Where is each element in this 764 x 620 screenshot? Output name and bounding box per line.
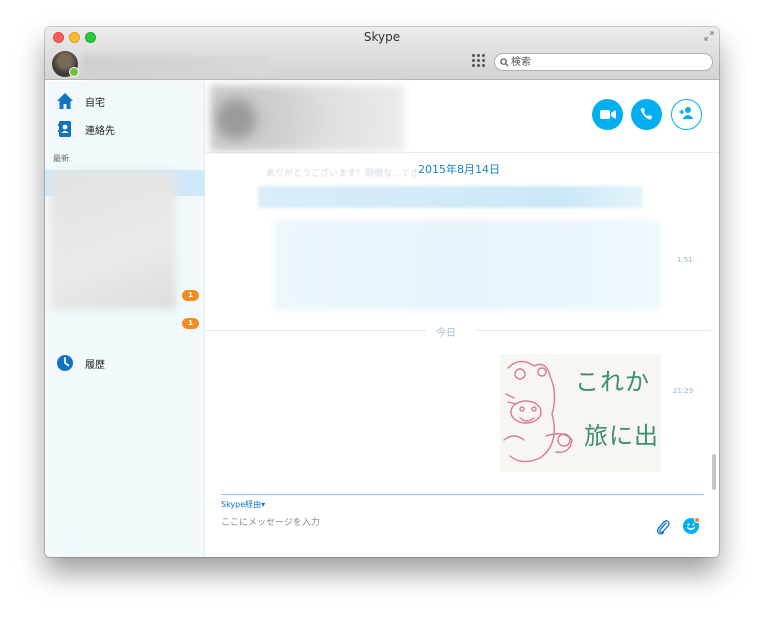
video-call-icon (599, 105, 616, 124)
call-icon (640, 105, 653, 124)
search-box[interactable] (494, 53, 713, 71)
contacts-icon (55, 119, 75, 139)
blurred-contact-header (210, 85, 404, 151)
message-composer: Skype経由▾ (206, 491, 719, 557)
presence-status-icon (69, 67, 79, 77)
search-input[interactable] (511, 55, 706, 69)
sidebar-item-contacts[interactable]: 連絡先 (55, 119, 115, 139)
unread-badge: 1 (182, 290, 199, 301)
audio-call-button[interactable] (631, 99, 662, 130)
attach-icon[interactable] (656, 519, 670, 535)
blurred-recent-conversations[interactable] (51, 171, 176, 309)
recent-section-label: 最新 (53, 154, 69, 163)
scrollbar-thumb[interactable] (712, 454, 716, 490)
divider-line (206, 330, 426, 331)
sidebar: 自宅 連絡先 最新 1 1 履歴 (45, 81, 205, 557)
sidebar-item-label: 連絡先 (85, 125, 115, 137)
message-input[interactable] (221, 516, 641, 530)
sidebar-item-label: 履歴 (85, 359, 105, 371)
fullscreen-icon[interactable] (704, 31, 714, 44)
today-separator: 今日 (436, 328, 456, 339)
divider-line (476, 330, 711, 331)
sidebar-item-home[interactable]: 自宅 (55, 91, 105, 111)
message-scrollbar[interactable] (710, 154, 717, 491)
unread-badge: 1 (182, 318, 199, 329)
sidebar-item-history[interactable]: 履歴 (55, 353, 105, 373)
send-via-selector[interactable]: Skype経由▾ (221, 499, 265, 510)
send-via-label: Skype経由 (221, 500, 262, 509)
message-timestamp: 1:51 (677, 256, 693, 264)
blurred-message-bubble (274, 220, 660, 310)
chat-header (206, 81, 719, 153)
sidebar-item-label: 自宅 (85, 97, 105, 109)
add-people-button[interactable] (671, 99, 702, 130)
composer-divider (221, 494, 704, 495)
add-person-icon (679, 105, 695, 124)
home-icon (55, 91, 75, 111)
image-text: 旅に出 (584, 422, 659, 450)
image-text: これか (575, 368, 650, 396)
video-call-button[interactable] (592, 99, 623, 130)
chevron-down-icon: ▾ (261, 500, 266, 509)
dialpad-icon[interactable] (472, 54, 485, 67)
title-bar: Skype (45, 27, 719, 80)
date-separator: 2015年8月14日 (416, 161, 502, 177)
window-title: Skype (363, 30, 401, 44)
message-history[interactable]: ありがとうございます！同僚な…できました！ 2015年8月14日 1:51 今日… (206, 154, 719, 491)
emoji-notification-dot (694, 517, 700, 523)
search-icon (500, 54, 509, 70)
blurred-message-bubble (258, 186, 643, 208)
skype-window: Skype 自宅 連絡先 最新 (45, 27, 719, 557)
image-message[interactable]: これか 旅に出 (500, 354, 661, 472)
history-icon (55, 353, 75, 373)
blurred-profile-name (82, 55, 267, 76)
message-timestamp: 21:29 (673, 387, 694, 395)
